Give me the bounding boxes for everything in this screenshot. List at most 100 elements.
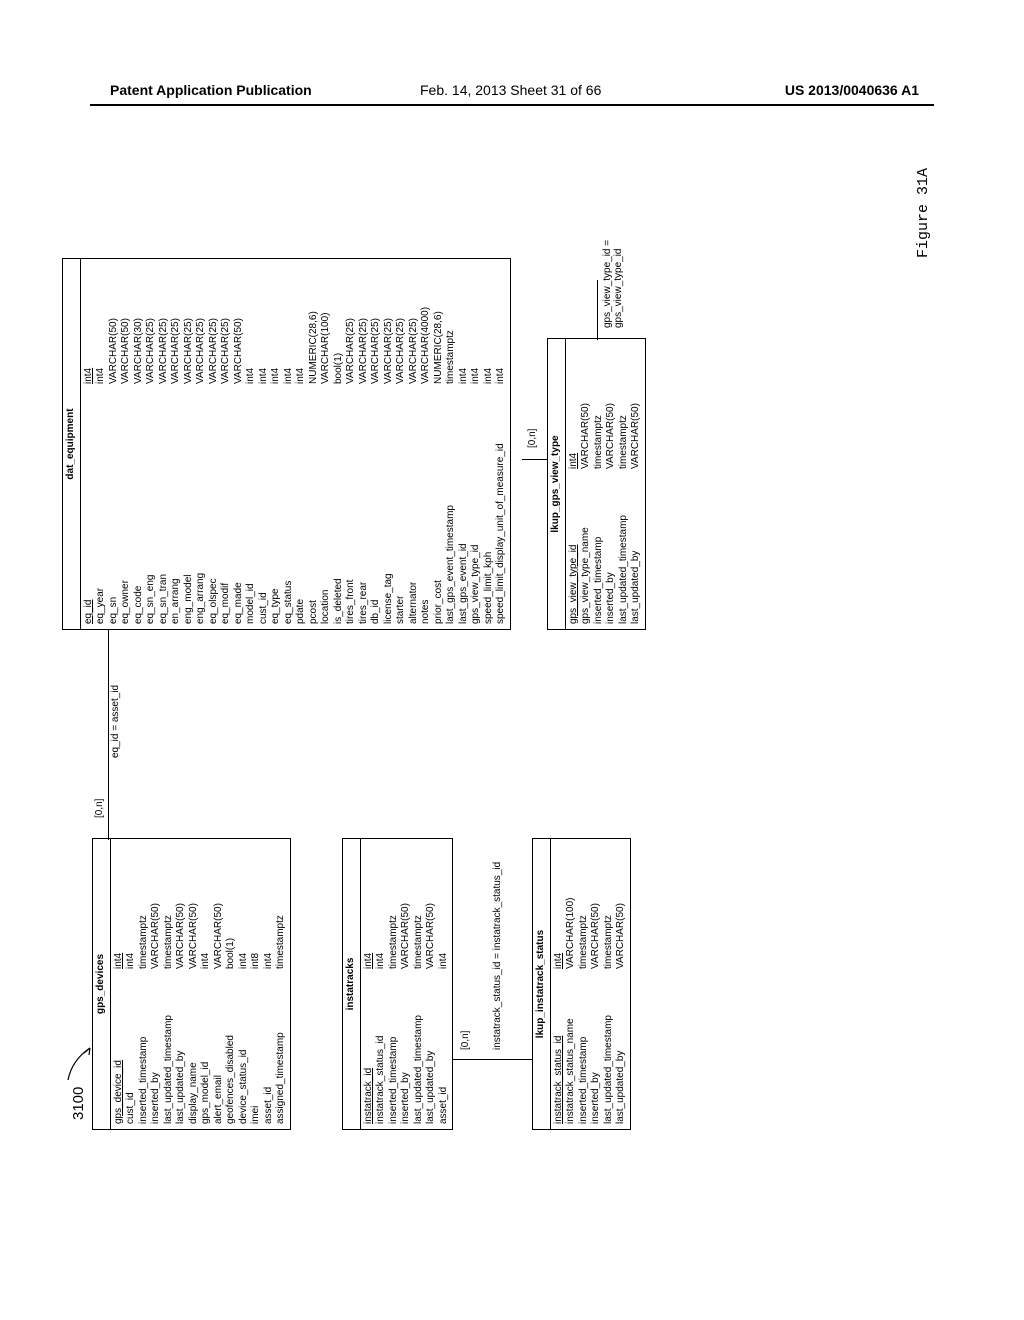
column-name: asset_id [263, 979, 276, 1124]
table-dat-equipment: dat_equipment eq_ideq_yeareq_sneq_ownere… [62, 258, 511, 630]
column-type: timestamptz [388, 879, 401, 969]
column-type: VARCHAR(25) [183, 294, 196, 384]
column-type: int4 [495, 294, 508, 384]
column-name: eq_sn_tran [158, 394, 171, 624]
column-name: assigned_timestamp [275, 979, 288, 1124]
column-name: inserted_timestamp [593, 479, 606, 624]
column-name: alert_email [213, 979, 226, 1124]
column-name: last_updated_timestamp [618, 479, 631, 624]
column-name: last_updated_by [615, 979, 628, 1124]
header-center: Feb. 14, 2013 Sheet 31 of 66 [420, 82, 601, 98]
column-name: eng_model [183, 394, 196, 624]
column-type: int4 [438, 879, 451, 969]
relation-line [597, 280, 598, 340]
column-name: starter [395, 394, 408, 624]
column-type: bool(1) [225, 879, 238, 969]
column-type: int4 [283, 294, 296, 384]
column-name: display_name [188, 979, 201, 1124]
column-type: int4 [83, 294, 96, 384]
patent-page: Patent Application Publication Feb. 14, … [0, 0, 1024, 1320]
column-name: location [320, 394, 333, 624]
column-type: VARCHAR(50) [590, 879, 603, 969]
relation-line [108, 630, 109, 840]
table-lkup-instatrack-status: lkup_instatrack_status instatrack_status… [532, 838, 631, 1130]
column-name: last_updated_by [425, 979, 438, 1124]
relation-join: instatrack_status_id = instatrack_status… [492, 860, 503, 1052]
column-type: VARCHAR(25) [345, 294, 358, 384]
header-right: US 2013/0040636 A1 [785, 82, 919, 98]
column-name: en_arrang [170, 394, 183, 624]
column-type: VARCHAR(50) [233, 294, 246, 384]
column-type: VARCHAR(25) [195, 294, 208, 384]
column-name: last_gps_event_timestamp [445, 394, 458, 624]
column-type: VARCHAR(50) [580, 379, 593, 469]
column-type: int4 [245, 294, 258, 384]
column-type: timestamptz [445, 294, 458, 384]
column-type: int8 [250, 879, 263, 969]
column-name: eq_code [133, 394, 146, 624]
column-type: int4 [113, 879, 126, 969]
column-type: int4 [125, 879, 138, 969]
column-name: eq_id [83, 394, 96, 624]
column-name: last_updated_by [175, 979, 188, 1124]
reference-number: 3100 [64, 1038, 94, 1120]
column-type: int4 [95, 294, 108, 384]
column-name: last_updated_by [630, 479, 643, 624]
header-rule [90, 104, 934, 106]
column-type: timestamptz [275, 879, 288, 969]
reference-number-text: 3100 [70, 1087, 87, 1120]
column-type: VARCHAR(25) [220, 294, 233, 384]
column-name: asset_id [438, 979, 451, 1124]
column-type: VARCHAR(50) [175, 879, 188, 969]
table-title: gps_devices [93, 839, 111, 1129]
column-name: instatrack_status_id [375, 979, 388, 1124]
column-name: inserted_timestamp [138, 979, 151, 1124]
column-type: int4 [263, 879, 276, 969]
column-name: eq_made [233, 394, 246, 624]
column-name: tires_front [345, 394, 358, 624]
relation-cardinality: [0,n] [94, 797, 105, 820]
column-type: VARCHAR(25) [370, 294, 383, 384]
column-name: gps_device_id [113, 979, 126, 1124]
column-type: timestamptz [603, 879, 616, 969]
column-name: instatrack_id [363, 979, 376, 1124]
column-name: inserted_by [150, 979, 163, 1124]
column-type: int4 [363, 879, 376, 969]
column-type: VARCHAR(50) [188, 879, 201, 969]
column-name: eq_owner [120, 394, 133, 624]
figure-caption: Figure 31A [915, 168, 932, 258]
column-name: instatrack_status_name [565, 979, 578, 1124]
column-name: inserted_timestamp [578, 979, 591, 1124]
column-name: prior_cost [433, 394, 446, 624]
column-type: NUMERIC(28,6) [308, 294, 321, 384]
column-name: last_updated_timestamp [163, 979, 176, 1124]
column-name: eq_type [270, 394, 283, 624]
column-type: NUMERIC(28,6) [433, 294, 446, 384]
relation-join: gps_view_type_id = gps_view_type_id [602, 160, 624, 330]
column-type: int4 [238, 879, 251, 969]
column-name: eq_status [283, 394, 296, 624]
column-type: int4 [568, 379, 581, 469]
column-type: VARCHAR(50) [425, 879, 438, 969]
column-name: last_updated_timestamp [413, 979, 426, 1124]
column-name: cust_id [125, 979, 138, 1124]
column-name: device_status_id [238, 979, 251, 1124]
column-name: last_updated_timestamp [603, 979, 616, 1124]
relation-line [522, 459, 547, 460]
column-type: VARCHAR(25) [170, 294, 183, 384]
relation-line [452, 1059, 532, 1060]
column-name: alternator [408, 394, 421, 624]
column-name: imei [250, 979, 263, 1124]
column-type: VARCHAR(50) [150, 879, 163, 969]
column-name: geofences_disabled [225, 979, 238, 1124]
column-type: timestamptz [578, 879, 591, 969]
column-type: timestamptz [413, 879, 426, 969]
column-name: eng_arrang [195, 394, 208, 624]
column-name: eq_sn_eng [145, 394, 158, 624]
column-type: int4 [375, 879, 388, 969]
column-type: timestamptz [163, 879, 176, 969]
column-type: VARCHAR(100) [320, 294, 333, 384]
column-type: timestamptz [593, 379, 606, 469]
column-type: int4 [470, 294, 483, 384]
column-type: int4 [458, 294, 471, 384]
